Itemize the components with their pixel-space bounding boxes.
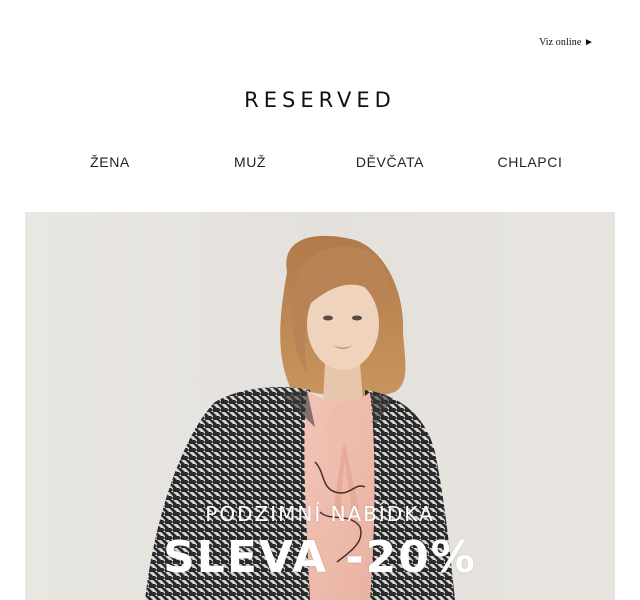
brand-logo[interactable]: RESERVED — [0, 88, 640, 112]
hero-banner[interactable]: PODZIMNÍ NABÍDKA SLEVA -20% — [25, 212, 615, 600]
email-page: Viz online ► RESERVED ŽENA MUŽ DĚVČATA C… — [0, 0, 640, 600]
hero-title: SLEVA -20% — [163, 532, 477, 583]
nav-item-muz[interactable]: MUŽ — [180, 154, 320, 170]
category-nav: ŽENA MUŽ DĚVČATA CHLAPCI — [40, 154, 600, 170]
view-online-link[interactable]: Viz online ► — [539, 37, 594, 48]
hero-subtitle: PODZIMNÍ NABÍDKA — [205, 502, 435, 526]
nav-item-devcata[interactable]: DĚVČATA — [320, 154, 460, 170]
nav-item-chlapci[interactable]: CHLAPCI — [460, 154, 600, 170]
nav-item-zena[interactable]: ŽENA — [40, 154, 180, 170]
